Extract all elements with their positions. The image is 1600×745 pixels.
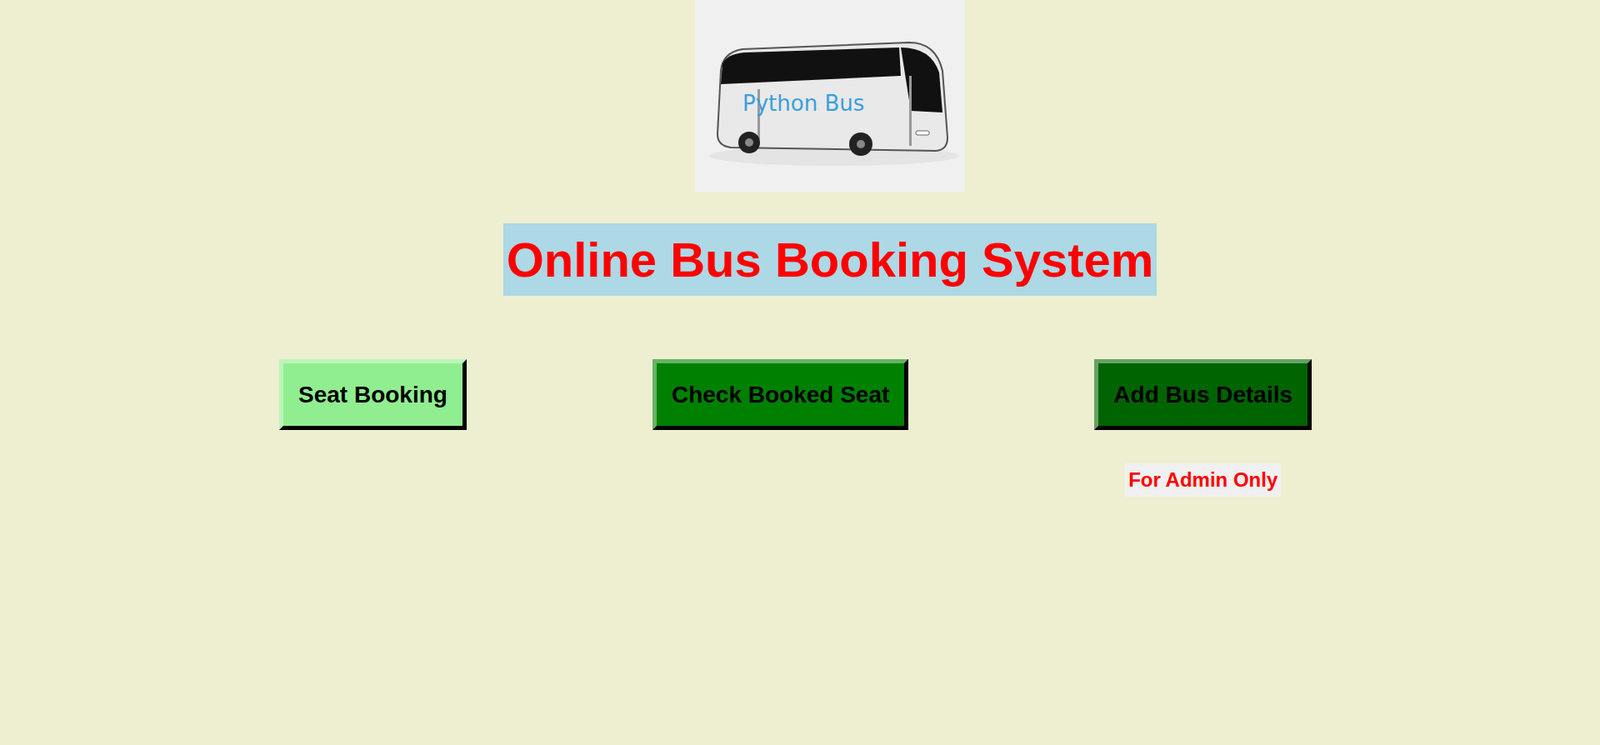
action-button[interactable]: Check Booked Seat: [652, 359, 909, 430]
button-column: Check Booked Seat: [652, 359, 909, 430]
main-window: Python Bus Online Bus Booking System Seat …: [0, 0, 1600, 745]
bus-logo: Python Bus: [695, 0, 965, 192]
bus-icon: Python Bus: [700, 12, 960, 180]
action-button[interactable]: Seat Booking: [279, 359, 467, 430]
header: Python Bus Online Bus Booking System: [0, 0, 1600, 296]
button-row: Seat Booking Check Booked Seat Add Bus Det…: [0, 359, 1600, 497]
button-column: Add Bus Details For Admin Only: [1094, 359, 1312, 497]
title: Online Bus Booking System: [503, 223, 1158, 296]
action-button[interactable]: Add Bus Details: [1094, 359, 1312, 430]
svg-text:Python Bus: Python Bus: [742, 90, 865, 116]
button-column: Seat Booking: [279, 359, 467, 430]
admin-note: For Admin Only: [1125, 463, 1281, 497]
